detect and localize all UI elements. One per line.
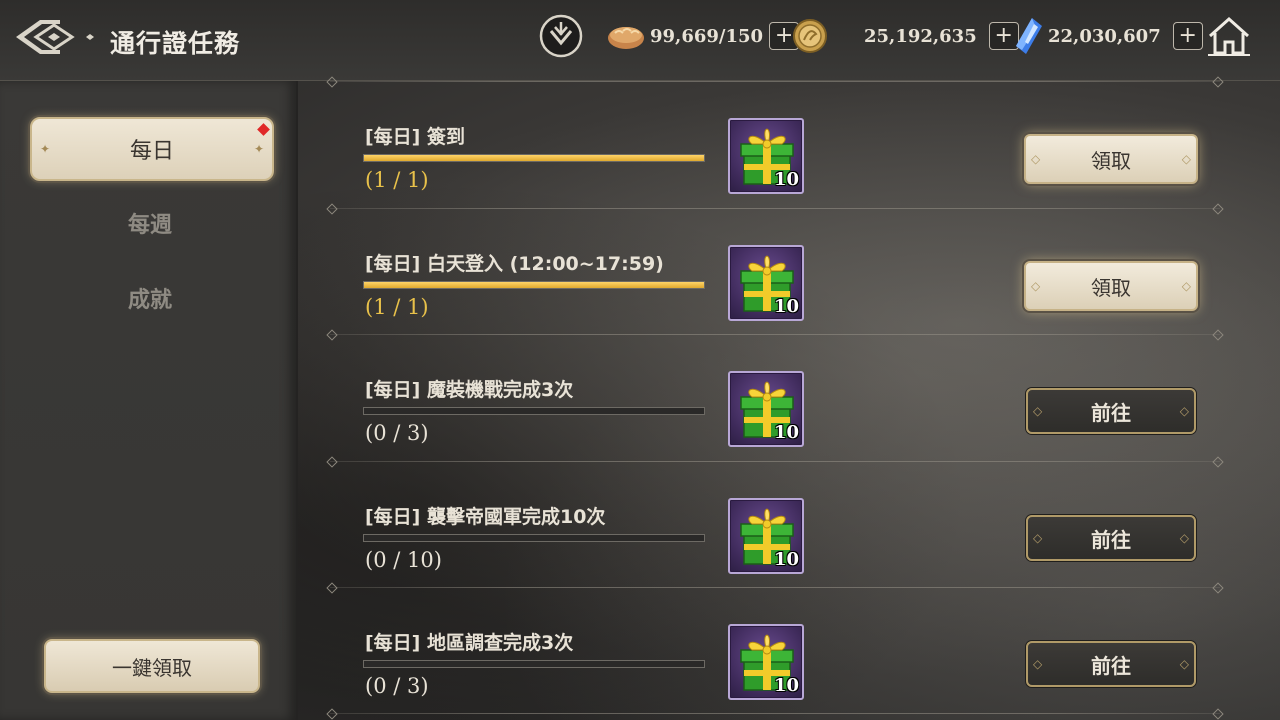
tab-weekly[interactable]: 每週 (30, 198, 270, 248)
sparkle-icon: ◇ (1181, 152, 1191, 166)
plus-icon: + (994, 23, 1013, 48)
sparkle-icon: ◇ (1179, 657, 1189, 671)
go-button-label: 前往 (1091, 653, 1131, 678)
quest-row: [每日] 白天登入 (12:00~17:59) (1 / 1) 10 ◇ 領取 … (330, 209, 1220, 335)
top-bar: 通行證任務 99,669/150 + 25,192,635 + 22,030,6… (0, 0, 1280, 81)
quest-progress-count: (1 / 1) (365, 295, 429, 319)
reward-item[interactable]: 10 (728, 498, 804, 574)
claim-button-label: 領取 (1091, 148, 1131, 173)
reward-quantity: 10 (773, 422, 799, 443)
coin-value: 25,192,635 (864, 25, 977, 47)
back-button[interactable] (14, 14, 100, 60)
plus-icon: + (1178, 23, 1197, 48)
quest-title: [每日] 白天登入 (12:00~17:59) (365, 253, 664, 275)
reward-quantity: 10 (773, 296, 799, 317)
add-crystal-button[interactable]: + (1172, 22, 1203, 50)
notification-badge (257, 123, 270, 136)
tab-label: 成就 (127, 288, 172, 313)
tab-label: 每日 (129, 139, 174, 164)
sparkle-icon: ◇ (1033, 657, 1043, 671)
sparkle-icon: ◇ (1031, 152, 1041, 166)
claim-all-button[interactable]: 一鍵領取 (44, 639, 260, 693)
sparkle-icon: ✦ (254, 142, 265, 156)
quest-progress-bar (363, 281, 705, 289)
sidebar: ✦ 每日 ✦ 每週 成就 一鍵領取 (0, 81, 298, 720)
quest-row: [每日] 襲擊帝國軍完成10次 (0 / 10) 10 ◇ 前往 ◇ (330, 462, 1220, 588)
go-button-label: 前往 (1091, 527, 1131, 552)
bread-icon (608, 27, 644, 49)
quest-title: [每日] 襲擊帝國軍完成10次 (365, 506, 606, 528)
reward-quantity: 10 (773, 549, 799, 570)
quest-title: [每日] 簽到 (365, 126, 465, 148)
reward-item[interactable]: 10 (728, 624, 804, 700)
page-title: 通行證任務 (110, 29, 241, 58)
reward-quantity: 10 (773, 675, 799, 696)
crystal-icon (1016, 18, 1042, 54)
tab-daily[interactable]: ✦ 每日 ✦ (30, 117, 274, 181)
coin-counter: 25,192,635 + (792, 14, 1019, 58)
quest-progress-bar (363, 660, 705, 668)
quest-title: [每日] 地區調查完成3次 (365, 632, 574, 654)
home-icon (1208, 16, 1250, 56)
quest-title: [每日] 魔裝機戰完成3次 (365, 379, 574, 401)
quest-progress-fill (364, 155, 704, 161)
sparkle-icon: ◇ (1031, 279, 1041, 293)
quest-progress-count: (1 / 1) (365, 168, 429, 192)
quest-row: [每日] 魔裝機戰完成3次 (0 / 3) 10 ◇ 前往 ◇ (330, 335, 1220, 461)
quest-progress-count: (0 / 10) (365, 548, 442, 572)
quest-row: [每日] 地區調查完成3次 (0 / 3) 10 ◇ 前往 ◇ (330, 588, 1220, 714)
claim-button-label: 領取 (1091, 275, 1131, 300)
quest-progress-bar (363, 534, 705, 542)
sparkle-icon: ◇ (1179, 404, 1189, 418)
sparkle-icon: ◇ (1181, 279, 1191, 293)
sparkle-icon: ◇ (1033, 404, 1043, 418)
download-icon (539, 14, 583, 58)
crystal-value: 22,030,607 (1048, 25, 1161, 47)
quest-progress-count: (0 / 3) (365, 674, 429, 698)
quest-progress-bar (363, 407, 705, 415)
claim-button[interactable]: ◇ 領取 ◇ (1024, 134, 1198, 184)
back-icon (16, 20, 94, 54)
stamina-value: 99,669/150 (650, 25, 764, 47)
plus-icon: + (774, 23, 794, 48)
go-button-label: 前往 (1091, 400, 1131, 425)
reward-item[interactable]: 10 (728, 118, 804, 194)
sparkle-icon: ◇ (1179, 531, 1189, 545)
go-button[interactable]: ◇ 前往 ◇ (1026, 515, 1196, 561)
download-button[interactable] (538, 13, 584, 59)
quest-row: [每日] 簽到 (1 / 1) 10 ◇ 領取 ◇ (330, 82, 1220, 208)
stamina-counter: 99,669/150 + (606, 14, 800, 58)
crystal-counter: 22,030,607 + (1012, 14, 1203, 58)
sparkle-icon: ✦ (40, 142, 51, 156)
tab-label: 每週 (127, 213, 172, 238)
home-button[interactable] (1204, 12, 1254, 62)
quest-list: [每日] 簽到 (1 / 1) 10 ◇ 領取 ◇ [每日] 白天登入 (12:… (330, 70, 1220, 720)
reward-item[interactable]: 10 (728, 245, 804, 321)
go-button[interactable]: ◇ 前往 ◇ (1026, 388, 1196, 434)
sparkle-icon: ◇ (1033, 531, 1043, 545)
tab-achievements[interactable]: 成就 (30, 273, 270, 323)
go-button[interactable]: ◇ 前往 ◇ (1026, 641, 1196, 687)
quest-progress-fill (364, 282, 704, 288)
quest-progress-count: (0 / 3) (365, 421, 429, 445)
claim-all-label: 一鍵領取 (112, 655, 192, 680)
quest-progress-bar (363, 154, 705, 162)
claim-button[interactable]: ◇ 領取 ◇ (1024, 261, 1198, 311)
reward-quantity: 10 (773, 169, 799, 190)
coin-icon (793, 19, 827, 53)
reward-item[interactable]: 10 (728, 371, 804, 447)
